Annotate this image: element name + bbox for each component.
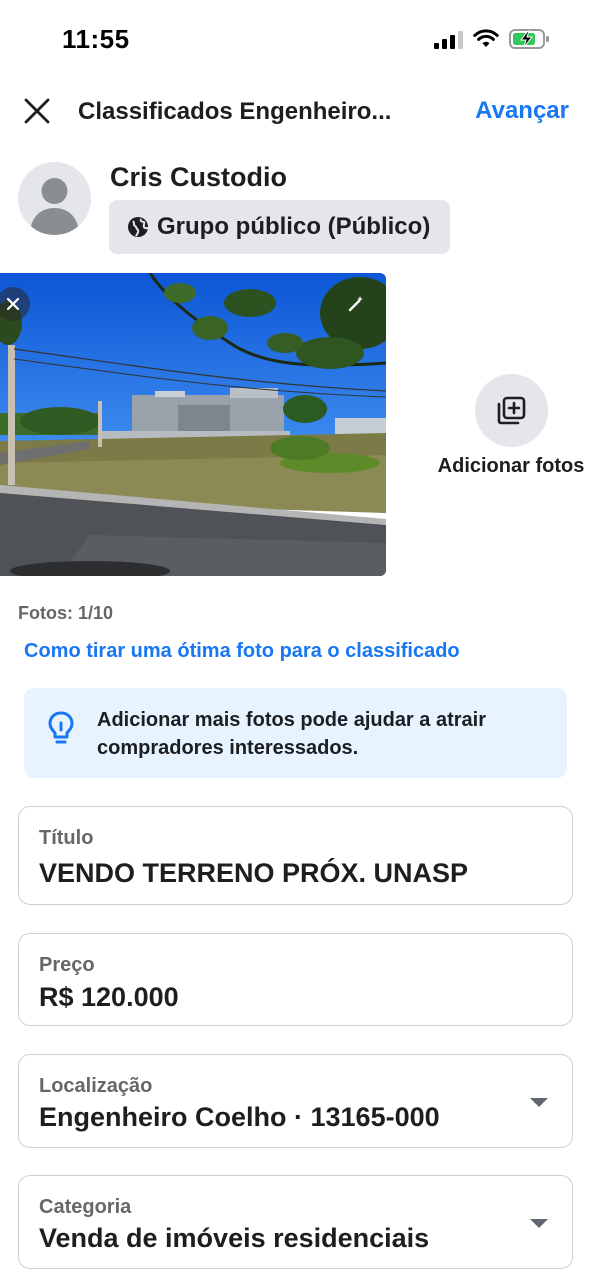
edit-photo-button[interactable] xyxy=(339,287,373,321)
battery-charging-icon xyxy=(509,29,549,49)
price-field-label: Preço xyxy=(39,954,95,976)
category-field-label: Categoria xyxy=(39,1196,132,1218)
next-button[interactable]: Avançar xyxy=(475,97,569,125)
category-field[interactable]: Categoria Venda de imóveis residenciais xyxy=(18,1175,573,1269)
title-field[interactable]: Título VENDO TERRENO PRÓX. UNASP xyxy=(18,806,573,905)
close-icon xyxy=(24,98,50,124)
wifi-icon xyxy=(473,29,499,47)
info-text: Adicionar mais fotos pode ajudar a atrai… xyxy=(97,709,486,759)
location-field-label: Localização xyxy=(39,1075,153,1097)
privacy-label: Grupo público (Público) xyxy=(157,213,431,240)
cellular-signal-icon xyxy=(434,29,463,49)
magic-wand-icon xyxy=(348,296,363,312)
close-icon xyxy=(6,297,20,311)
location-field[interactable]: Localização Engenheiro Coelho · 13165-00… xyxy=(18,1054,573,1148)
chevron-down-icon xyxy=(530,1219,548,1228)
page-title: Classificados Engenheiro... xyxy=(78,98,392,125)
title-field-label: Título xyxy=(39,827,94,849)
photo-tips-link[interactable]: Como tirar uma ótima foto para o classif… xyxy=(24,640,460,663)
add-photos-button[interactable]: Adicionar fotos xyxy=(430,374,591,478)
user-name: Cris Custodio xyxy=(110,162,288,192)
price-field-value: R$ 120.000 xyxy=(39,982,179,1012)
default-avatar-icon xyxy=(18,162,91,235)
listing-photo[interactable] xyxy=(0,273,386,576)
location-field-value: Engenheiro Coelho · 13165-000 xyxy=(39,1102,440,1132)
info-banner: Adicionar mais fotos pode ajudar a atrai… xyxy=(24,688,567,778)
add-photos-label: Adicionar fotos xyxy=(437,455,585,477)
header: Classificados Engenheiro... Avançar xyxy=(0,80,591,142)
status-time: 11:55 xyxy=(62,24,130,54)
title-field-value: VENDO TERRENO PRÓX. UNASP xyxy=(39,858,469,888)
globe-icon xyxy=(128,217,149,237)
close-button[interactable] xyxy=(18,92,56,130)
category-field-value: Venda de imóveis residenciais xyxy=(39,1223,430,1253)
avatar xyxy=(18,162,91,235)
add-photos-circle xyxy=(474,374,548,447)
lightbulb-icon xyxy=(48,711,74,744)
price-field[interactable]: Preço R$ 120.000 xyxy=(18,933,573,1026)
chevron-down-icon xyxy=(530,1098,548,1107)
photo-count: Fotos: 1/10 xyxy=(18,603,114,623)
status-bar: 11:55 xyxy=(0,0,591,80)
privacy-selector[interactable]: Grupo público (Público) xyxy=(109,200,451,254)
add-photo-icon xyxy=(497,396,526,424)
status-icons xyxy=(434,28,551,50)
